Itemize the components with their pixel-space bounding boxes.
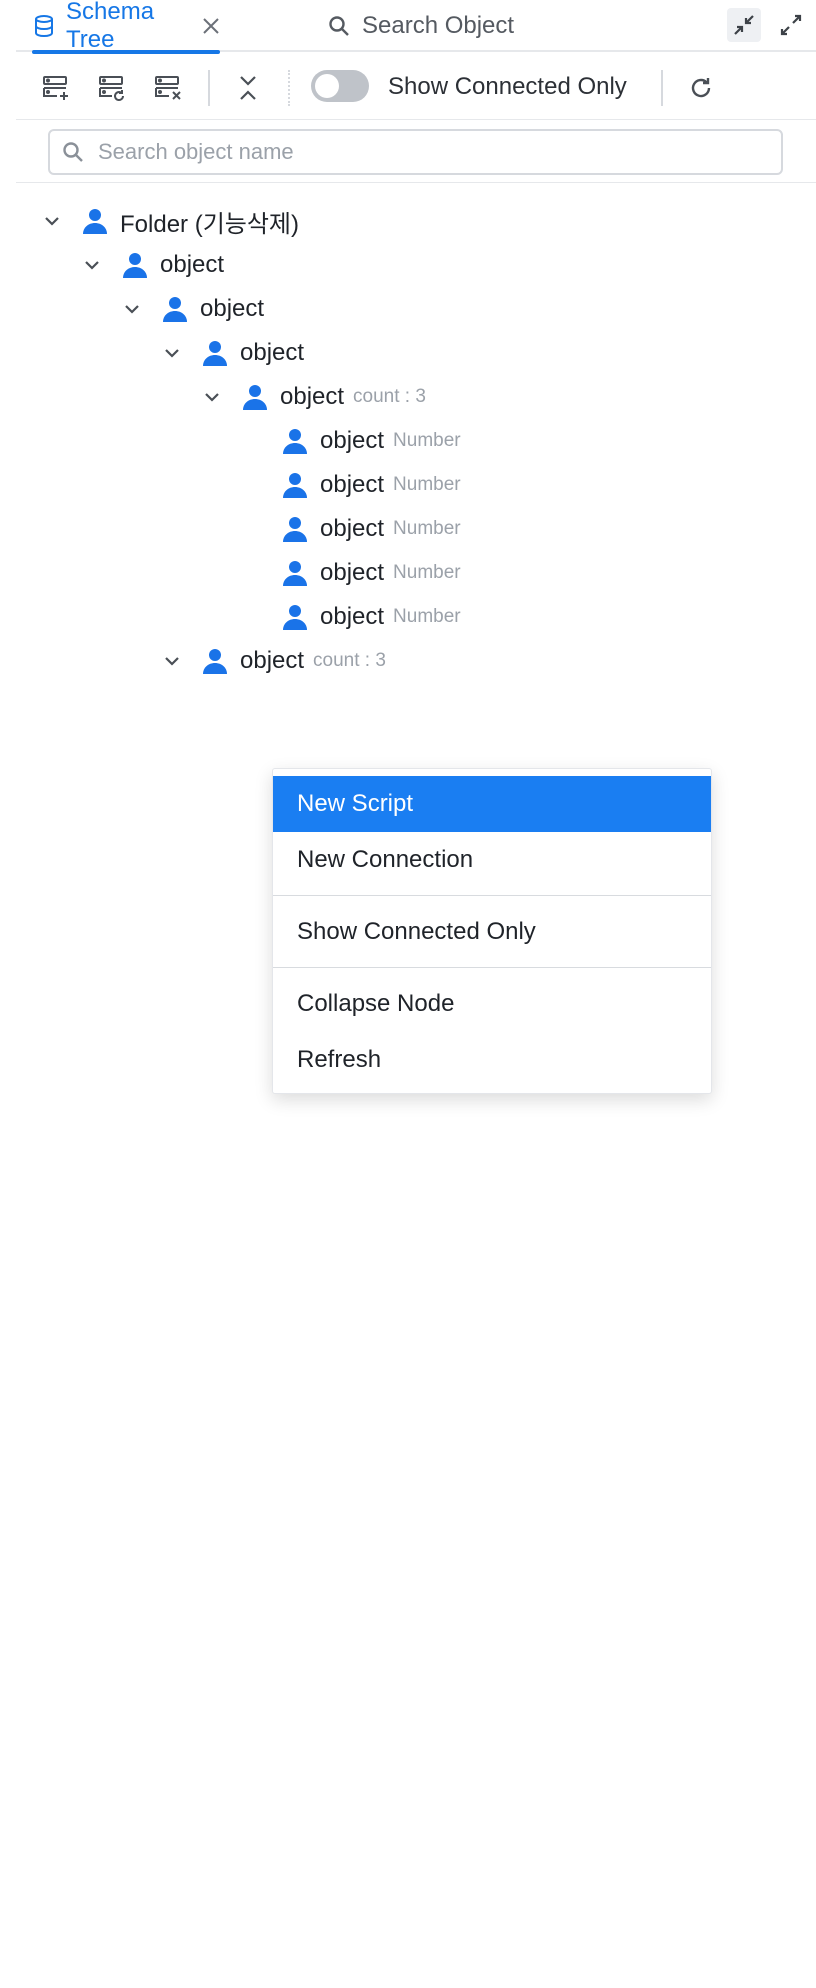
person-icon	[280, 514, 310, 544]
tree-node-label: object	[320, 471, 385, 498]
menu-divider	[273, 895, 711, 896]
person-icon	[280, 602, 310, 632]
node-type: Number	[393, 518, 461, 539]
close-icon[interactable]	[201, 15, 220, 37]
tree-node-label: object	[240, 339, 305, 366]
person-icon	[120, 250, 150, 280]
collapse-all-icon	[235, 73, 261, 103]
menu-item-collapse-node[interactable]: Collapse Node	[273, 976, 711, 1032]
expand-arrows-icon	[779, 13, 803, 37]
toggle-knob	[315, 74, 339, 98]
menu-divider	[273, 967, 711, 968]
tree-leaf[interactable]: object Number	[240, 421, 461, 461]
menu-item-refresh[interactable]: Refresh	[273, 1032, 711, 1088]
search-input[interactable]	[96, 138, 756, 166]
person-icon	[280, 426, 310, 456]
remove-connection-button[interactable]	[150, 70, 186, 106]
person-icon	[280, 470, 310, 500]
tab-schema-tree-label: Schema Tree	[66, 0, 155, 53]
tab-schema-tree[interactable]: Schema Tree	[32, 0, 220, 54]
collapse-arrows-icon	[732, 13, 756, 37]
chevron-down-icon[interactable]	[200, 385, 224, 409]
person-icon	[200, 646, 230, 676]
server-add-icon	[41, 73, 71, 103]
menu-item-new-script[interactable]: New Script	[273, 776, 711, 832]
tree-node-label: object	[320, 427, 385, 454]
show-connected-toggle[interactable]	[311, 70, 369, 102]
menu-item-show-connected-only[interactable]: Show Connected Only	[273, 904, 711, 960]
menu-item-new-connection[interactable]: New Connection	[273, 832, 711, 888]
tree-node-label: Folder (기능삭제)	[120, 210, 299, 238]
search-icon	[326, 13, 352, 39]
node-type: Number	[393, 430, 461, 451]
reload-connection-button[interactable]	[94, 70, 130, 106]
tree-node-label: object	[160, 251, 225, 278]
show-connected-label: Show Connected Only	[388, 73, 627, 100]
server-remove-icon	[153, 73, 183, 103]
toolbar-divider	[661, 70, 663, 106]
toolbar-divider	[208, 70, 210, 106]
tree-node-label: object	[280, 383, 345, 410]
context-menu: New Script New Connection Show Connected…	[272, 768, 712, 1094]
chevron-down-icon[interactable]	[80, 253, 104, 277]
node-count: count : 3	[353, 386, 426, 407]
node-type: Number	[393, 474, 461, 495]
tree-node-label: object	[200, 295, 265, 322]
add-connection-button[interactable]	[38, 70, 74, 106]
chevron-down-icon[interactable]	[120, 297, 144, 321]
tree-leaf[interactable]: object Number	[240, 465, 461, 505]
tree-node-object[interactable]: object count : 3	[200, 377, 426, 417]
tab-bar: Schema Tree Search Object	[16, 0, 816, 54]
toolbar: Show Connected Only	[16, 56, 816, 120]
person-icon	[240, 382, 270, 412]
refresh-icon	[688, 75, 714, 101]
tree-node-object[interactable]: object	[80, 245, 224, 285]
node-type: Number	[393, 606, 461, 627]
search-box	[48, 129, 783, 175]
person-icon	[280, 558, 310, 588]
tree-leaf[interactable]: object Number	[240, 553, 461, 593]
divider	[16, 182, 816, 183]
tree-leaf[interactable]: object Number	[240, 597, 461, 637]
tree-node-object[interactable]: object	[160, 333, 304, 373]
node-type: Number	[393, 562, 461, 583]
tree-node-folder[interactable]: Folder (기능삭제)	[40, 201, 299, 241]
search-icon	[60, 139, 86, 165]
database-icon	[32, 13, 56, 39]
toolbar-divider	[288, 70, 290, 106]
tree-node-label: object	[320, 515, 385, 542]
tree-leaf[interactable]: object Number	[240, 509, 461, 549]
collapse-panel-button[interactable]	[727, 8, 761, 42]
server-refresh-icon	[97, 73, 127, 103]
tree-node-label: object	[320, 603, 385, 630]
person-icon	[160, 294, 190, 324]
chevron-down-icon[interactable]	[160, 341, 184, 365]
refresh-button[interactable]	[683, 70, 719, 106]
tree-node-object[interactable]: object count : 3	[160, 641, 386, 681]
chevron-down-icon[interactable]	[40, 209, 64, 233]
tree-node-label: object	[240, 647, 305, 674]
person-icon	[80, 206, 110, 236]
person-icon	[200, 338, 230, 368]
tree-node-object[interactable]: object	[120, 289, 264, 329]
node-count: count : 3	[313, 650, 386, 671]
chevron-down-icon[interactable]	[160, 649, 184, 673]
tree-node-label: object	[320, 559, 385, 586]
collapse-all-button[interactable]	[230, 70, 266, 106]
tab-search-object[interactable]: Search Object	[326, 0, 514, 52]
expand-panel-button[interactable]	[774, 8, 808, 42]
tab-search-object-label: Search Object	[362, 12, 515, 39]
